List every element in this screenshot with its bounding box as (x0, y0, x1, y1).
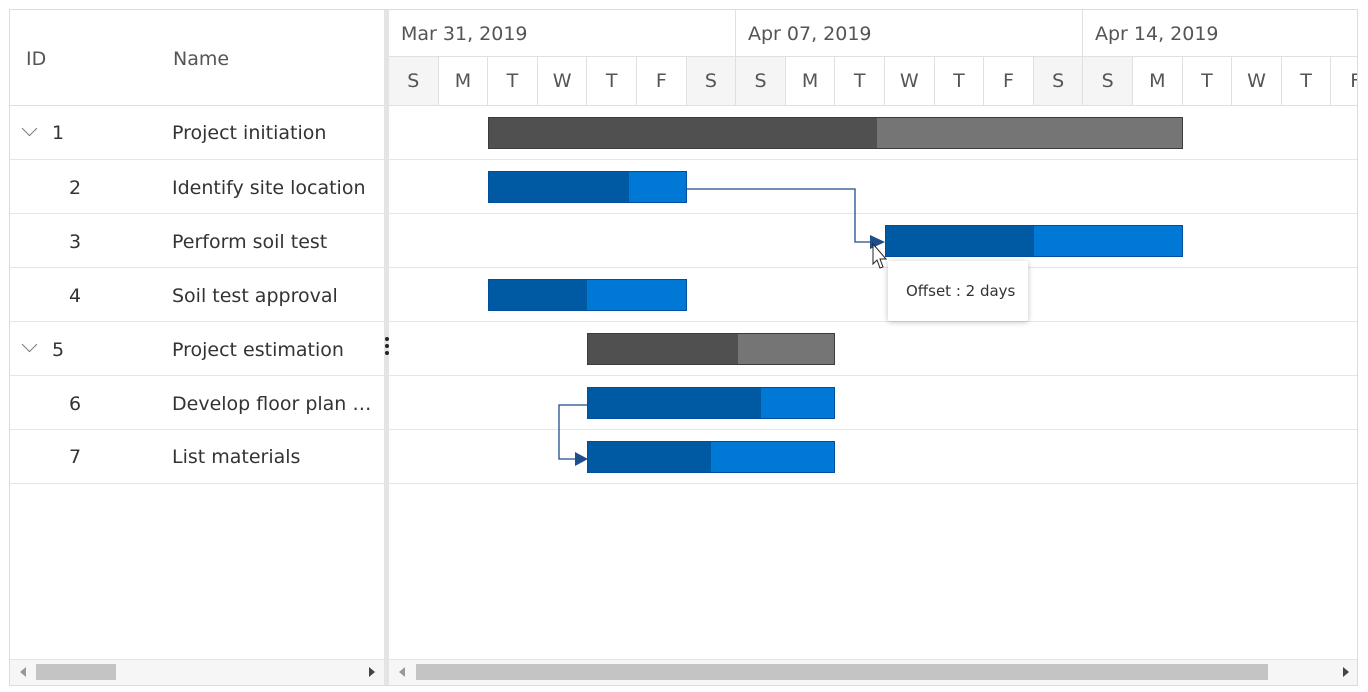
task-id: 4 (69, 285, 82, 307)
task-name: Soil test approval (172, 285, 338, 307)
task-name: Identify site location (172, 177, 366, 199)
gantt-chart: ID Name 1 Project initiation 2 Identify … (9, 9, 1358, 686)
scroll-left-arrow-icon[interactable] (20, 667, 26, 677)
grid-row-6[interactable]: 6 Develop floor plan fo... (10, 376, 384, 430)
task-name: List materials (172, 446, 301, 468)
grid-horizontal-scrollbar[interactable] (10, 659, 384, 685)
scrollbar-thumb[interactable] (416, 664, 1268, 680)
grid-row-7[interactable]: 7 List materials (10, 430, 384, 484)
grid-header: ID Name (10, 10, 384, 106)
drag-offset-tooltip: Offset : 2 days (888, 261, 1028, 321)
task-name: Perform soil test (172, 231, 328, 253)
task-id: 6 (69, 393, 82, 415)
tooltip-text: Offset : 2 days (906, 282, 1016, 300)
task-id: 1 (52, 122, 65, 144)
task-name: Project estimation (172, 339, 344, 361)
connector-arrow-icon (870, 235, 885, 249)
grid-row-5[interactable]: 5 Project estimation (10, 322, 384, 376)
task-name: Develop floor plan fo... (172, 393, 377, 415)
grid-row-3[interactable]: 3 Perform soil test (10, 214, 384, 268)
connector-line-6-7 (558, 404, 590, 460)
grid-row-4[interactable]: 4 Soil test approval (10, 268, 384, 322)
task-id: 3 (69, 231, 82, 253)
collapse-chevron-icon[interactable] (21, 336, 38, 353)
grid-row-2[interactable]: 2 Identify site location (10, 160, 384, 214)
scroll-right-arrow-icon[interactable] (1343, 667, 1349, 677)
column-header-name[interactable]: Name (173, 48, 229, 70)
task-id: 2 (69, 177, 82, 199)
chart-pane: Mar 31, 2019 Apr 07, 2019 Apr 14, 2019 S… (389, 10, 1357, 685)
connector-line-2-3 (687, 188, 871, 243)
task-id: 7 (69, 446, 82, 468)
task-name: Project initiation (172, 122, 327, 144)
scroll-left-arrow-icon[interactable] (399, 667, 405, 677)
scrollbar-thumb[interactable] (36, 664, 116, 680)
task-id: 5 (52, 339, 65, 361)
scroll-right-arrow-icon[interactable] (369, 667, 375, 677)
task-grid: ID Name 1 Project initiation 2 Identify … (10, 10, 384, 685)
grid-row-1[interactable]: 1 Project initiation (10, 106, 384, 160)
connector-arrow-icon (575, 452, 588, 466)
chart-horizontal-scrollbar[interactable] (389, 659, 1357, 685)
mouse-cursor-icon (872, 242, 888, 269)
column-header-id[interactable]: ID (26, 48, 46, 70)
collapse-chevron-icon[interactable] (21, 120, 38, 137)
dependency-connectors (558, 188, 888, 466)
